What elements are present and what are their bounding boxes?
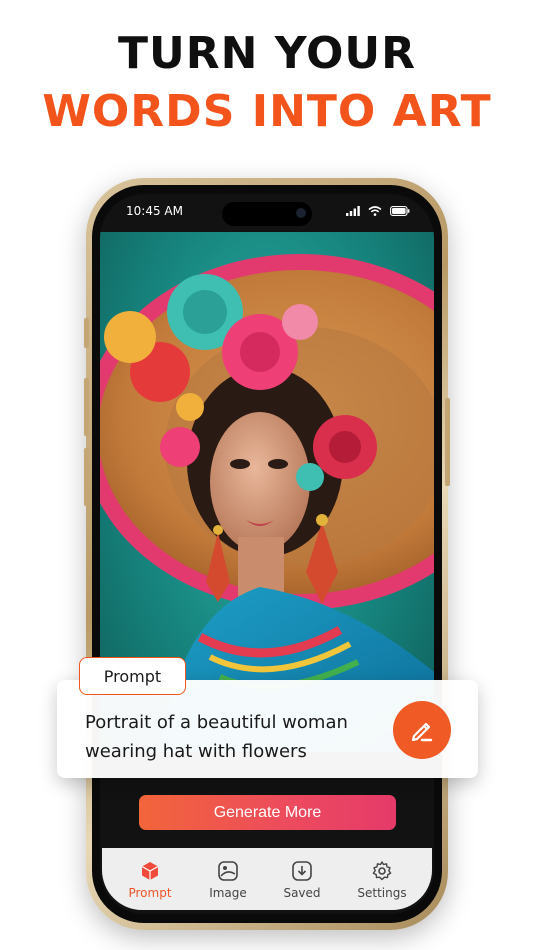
status-time: 10:45 AM — [126, 204, 183, 218]
status-bar: 10:45 AM — [100, 194, 434, 232]
prompt-text-line-2: wearing hat with flowers — [85, 741, 307, 762]
gear-icon — [372, 861, 392, 881]
status-icons — [346, 206, 410, 216]
headline-line-2: WORDS INTO ART — [42, 86, 492, 137]
wifi-icon — [368, 206, 382, 216]
tab-prompt[interactable]: Prompt — [110, 848, 190, 910]
prompt-tag: Prompt — [79, 657, 186, 695]
download-icon — [292, 861, 312, 881]
prompt-text-line-1: Portrait of a beautiful woman — [85, 712, 348, 733]
tab-image-label: Image — [209, 886, 247, 900]
tab-bar: Prompt Image Saved Settings — [102, 848, 432, 910]
tab-prompt-label: Prompt — [128, 886, 172, 900]
phone-volume-up — [84, 378, 89, 436]
battery-icon — [390, 206, 410, 216]
edit-prompt-button[interactable] — [393, 701, 451, 759]
phone-volume-down — [84, 448, 89, 506]
headline-line-1: TURN YOUR — [117, 28, 417, 79]
cube-icon — [141, 862, 159, 880]
image-icon — [218, 861, 238, 881]
tab-saved[interactable]: Saved — [262, 848, 342, 910]
phone-side-button — [84, 318, 89, 348]
tab-settings-label: Settings — [357, 886, 407, 900]
camera-icon — [296, 208, 306, 218]
tab-image[interactable]: Image — [188, 848, 268, 910]
pencil-icon — [411, 722, 433, 742]
prompt-text[interactable]: Portrait of a beautiful woman wearing ha… — [85, 708, 385, 766]
signal-icon — [346, 206, 360, 216]
generate-more-button[interactable]: Generate More — [139, 795, 396, 830]
tab-saved-label: Saved — [283, 886, 321, 900]
tab-settings[interactable]: Settings — [342, 848, 422, 910]
phone-power-button — [445, 398, 450, 486]
